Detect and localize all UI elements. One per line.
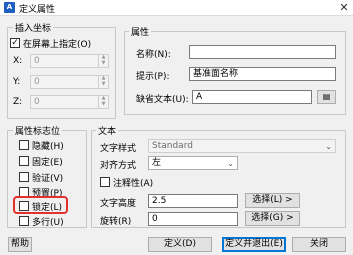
default-text-label: 缺省文本(U): <box>136 95 189 105</box>
flag-hidden-label: 隐藏(H) <box>32 142 64 152</box>
prompt-input[interactable]: 基准面名称 <box>189 67 336 81</box>
name-input[interactable] <box>189 45 336 59</box>
text-height-value: 2.5 <box>152 196 167 206</box>
insertion-point-group-label: 插入坐标 <box>13 21 54 34</box>
y-value: 0 <box>34 77 40 87</box>
on-screen-checkbox[interactable]: ✓ <box>10 38 20 48</box>
text-style-value: Standard <box>152 141 193 151</box>
select-height-button[interactable]: 选择(L) > <box>245 193 300 208</box>
text-settings-group-label: 文本 <box>96 124 119 137</box>
z-label: Z: <box>13 97 23 107</box>
text-style-select[interactable]: Standard ⌄ <box>148 139 336 153</box>
y-spinner-icon[interactable]: ▲ ▼ <box>98 75 108 89</box>
select-rotation-button[interactable]: 选择(G) > <box>245 211 300 226</box>
default-text-input[interactable]: A <box>192 90 312 104</box>
prompt-value: 基准面名称 <box>193 69 239 79</box>
flag-lock-checkbox[interactable] <box>19 201 29 211</box>
x-spinner-icon[interactable]: ▲ ▼ <box>98 54 108 68</box>
name-label: 名称(N): <box>136 50 171 60</box>
close-icon[interactable]: ✕ <box>336 0 352 16</box>
on-screen-label: 在屏幕上指定(O) <box>23 40 92 50</box>
text-height-input[interactable]: 2.5 <box>148 194 238 208</box>
help-button[interactable]: 帮助 <box>8 237 32 252</box>
chevron-down-icon: ⌄ <box>227 159 234 168</box>
prompt-label: 提示(P): <box>136 72 170 82</box>
default-text-value: A <box>196 92 203 102</box>
app-icon: A <box>4 2 15 13</box>
define-button[interactable]: 定义(D) <box>148 237 212 252</box>
flag-verify-checkbox[interactable] <box>19 172 29 182</box>
rotation-value: 0 <box>152 214 158 224</box>
annotative-checkbox[interactable] <box>100 177 110 187</box>
rotation-input[interactable]: 0 <box>148 212 238 226</box>
z-value: 0 <box>34 97 40 107</box>
justification-value: 左 <box>152 158 162 168</box>
rotation-label: 旋转(R) <box>100 217 132 227</box>
y-label: Y: <box>13 77 21 87</box>
x-value: 0 <box>34 56 40 66</box>
justification-select[interactable]: 左 ⌄ <box>148 156 238 170</box>
flag-lock-label: 锁定(L) <box>32 203 63 213</box>
text-style-label: 文字样式 <box>100 144 137 154</box>
insert-field-icon[interactable]: ▤ <box>317 90 336 104</box>
flag-multiline-checkbox[interactable] <box>19 216 29 226</box>
window-title: 定义属性 <box>19 5 56 15</box>
define-and-exit-button[interactable]: 定义并退出(E) <box>222 237 286 252</box>
close-button[interactable]: 关闭 <box>292 237 346 252</box>
z-spinner-icon[interactable]: ▲ ▼ <box>98 95 108 109</box>
justification-label: 对齐方式 <box>100 161 137 171</box>
flag-verify-label: 验证(V) <box>32 174 64 184</box>
attribute-group-label: 属性 <box>129 25 152 38</box>
attribute-flags-group-label: 属性标志位 <box>13 124 63 137</box>
flag-constant-label: 固定(E) <box>32 158 63 168</box>
flag-multiline-label: 多行(U) <box>32 218 64 228</box>
annotative-label: 注释性(A) <box>113 179 154 189</box>
text-height-label: 文字高度 <box>100 199 137 209</box>
flag-constant-checkbox[interactable] <box>19 156 29 166</box>
flag-hidden-checkbox[interactable] <box>19 140 29 150</box>
chevron-down-icon: ⌄ <box>325 142 332 151</box>
x-label: X: <box>13 56 23 66</box>
